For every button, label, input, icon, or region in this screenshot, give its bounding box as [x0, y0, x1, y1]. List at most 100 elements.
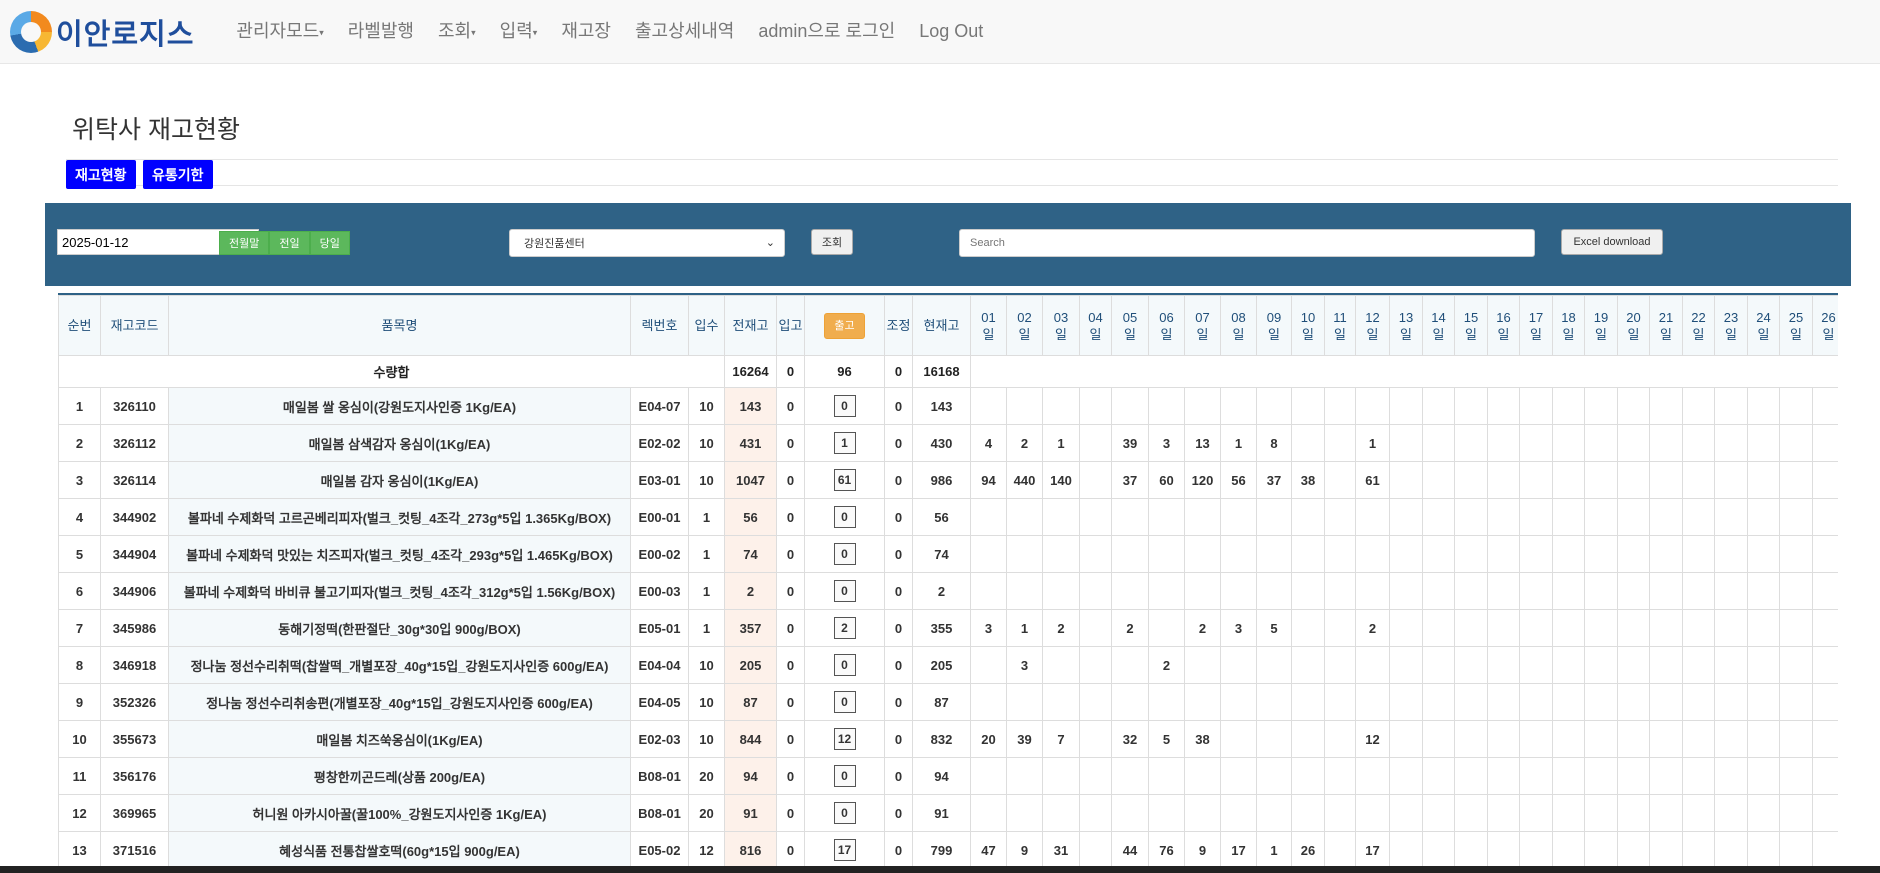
day-qty: 3 [1220, 609, 1257, 647]
nav-item[interactable]: 출고상세내역 [623, 0, 746, 64]
day-qty [1324, 609, 1356, 647]
out-qty-button[interactable]: 0 [833, 802, 856, 824]
table-row[interactable]: 11 356176 평창한끼곤드레(상품 200g/EA) B08-01 20 94 0 0 0… [58, 757, 1838, 795]
table-row[interactable]: 10 355673 매일봄 치즈쑥옹심이(1Kg/EA) E02-03 10 844 0 12… [58, 720, 1838, 758]
day-qty [1747, 646, 1780, 684]
nav-item[interactable]: admin으로 로그인 [746, 0, 907, 64]
day-number: 22 [1691, 309, 1706, 325]
day-qty [1111, 794, 1149, 832]
out-qty-button[interactable]: 0 [833, 506, 856, 528]
nav-item[interactable]: 라벨발행 [336, 0, 426, 64]
out-qty-button[interactable]: 0 [833, 543, 856, 565]
center-select[interactable]: 강원진품센터 ⌄ [509, 229, 785, 257]
day-qty: 37 [1111, 461, 1149, 499]
expiry-button[interactable]: 유통기한 [143, 160, 213, 189]
nav-item[interactable]: 관리자모드▾ [224, 0, 335, 64]
table-row[interactable]: 1 326110 매일봄 쌀 옹심이(강원도지사인증 1Kg/EA) E04-07 10… [58, 387, 1838, 425]
day-number: 19 [1593, 309, 1609, 325]
day-qty [1584, 757, 1618, 795]
out-qty-button[interactable]: 17 [833, 839, 856, 861]
day-qty [1747, 831, 1780, 869]
nav-item[interactable]: 조회▾ [426, 0, 488, 64]
day-qty [1487, 757, 1520, 795]
out-qty-button[interactable]: 0 [833, 654, 856, 676]
day-qty [1111, 535, 1149, 573]
table-row[interactable]: 13 371516 혜성식품 전통찹쌀호떡(60g*15입 900g/EA) E05-… [58, 831, 1838, 869]
product-name: 매일봄 치즈쑥옹심이(1Kg/EA) [168, 720, 631, 758]
day-qty [970, 794, 1007, 832]
col-header-day: 08 일 [1220, 295, 1257, 356]
day-qty [1649, 794, 1683, 832]
day-qty: 140 [1042, 461, 1080, 499]
search-input[interactable] [959, 229, 1535, 257]
table-row[interactable]: 6 344906 볼파네 수제화덕 바비큐 불고기피자(벌크_컷팅_4조각_312g… [58, 572, 1838, 610]
col-header-day: 17 일 [1519, 295, 1553, 356]
prev-stock: 431 [724, 424, 777, 462]
pack-qty: 1 [688, 572, 725, 610]
excel-download-button[interactable]: Excel download [1561, 229, 1663, 255]
out-qty-button[interactable]: 0 [833, 580, 856, 602]
nav-item[interactable]: 재고장 [549, 0, 623, 64]
day-qty [1291, 720, 1325, 758]
day-qty [1779, 683, 1813, 721]
day-qty [1649, 757, 1683, 795]
table-row[interactable]: 12 369965 허니원 아카시아꿀(꿀100%_강원도지사인증 1Kg/EA) B… [58, 794, 1838, 832]
nav-item[interactable]: 입력▾ [488, 0, 550, 64]
day-qty [1714, 424, 1748, 462]
day-qty [1812, 535, 1838, 573]
product-name: 허니원 아카시아꿀(꿀100%_강원도지사인증 1Kg/EA) [168, 794, 631, 832]
day-qty [1256, 720, 1292, 758]
out-qty-button[interactable]: 61 [833, 469, 856, 491]
day-qty [1355, 387, 1390, 425]
day-qty [1552, 498, 1585, 536]
day-qty [1454, 387, 1488, 425]
nav-item[interactable]: Log Out [907, 0, 995, 64]
prev-stock: 2 [724, 572, 777, 610]
day-qty [1779, 572, 1813, 610]
day-qty [970, 757, 1007, 795]
table-row[interactable]: 9 352326 정나눔 정선수리취송편(개별포장_40g*15입_강원도지사인증 … [58, 683, 1838, 721]
day-qty: 1 [1220, 424, 1257, 462]
day-qty [1714, 572, 1748, 610]
top-navbar: 이안로지스 관리자모드▾ 라벨발행 조회▾ 입력▾ 재고장 출고상세내역 admin으로 로… [0, 0, 1880, 64]
day-qty [1355, 572, 1390, 610]
prev-day-button[interactable]: 전일 [269, 231, 310, 255]
table-row[interactable]: 4 344902 볼파네 수제화덕 고르곤베리피자(벌크_컷팅_4조각_273g*5… [58, 498, 1838, 536]
today-button[interactable]: 당일 [309, 231, 350, 255]
table-row[interactable]: 7 345986 동해기정떡(한판절단_30g*30입 900g/BOX) E05-0… [58, 609, 1838, 647]
day-qty [1552, 609, 1585, 647]
day-qty [1042, 646, 1080, 684]
out-qty-button[interactable]: 0 [833, 765, 856, 787]
nav-item-label: 조회 [438, 20, 472, 41]
out-qty-button[interactable]: 1 [833, 432, 856, 454]
out-qty-button[interactable]: 0 [833, 691, 856, 713]
col-header-name: 품목명 [168, 295, 631, 356]
day-qty [1649, 609, 1683, 647]
adjust-qty: 0 [884, 646, 913, 684]
pack-qty: 1 [688, 498, 725, 536]
out-header-button[interactable]: 출고 [824, 312, 865, 339]
col-header-day: 14 일 [1422, 295, 1455, 356]
query-button[interactable]: 조회 [811, 229, 853, 255]
table-row[interactable]: 2 326112 매일봄 삼색감자 옹심이(1Kg/EA) E02-02 10 431 0 1… [58, 424, 1838, 462]
day-qty [1454, 683, 1488, 721]
product-name: 정나눔 정선수리취떡(찹쌀떡_개별포장_40g*15입_강원도지사인증 600g… [168, 646, 631, 684]
table-row[interactable]: 8 346918 정나눔 정선수리취떡(찹쌀떡_개별포장_40g*15입_강원도지사… [58, 646, 1838, 684]
day-suffix: 일 [1497, 326, 1510, 342]
table-row[interactable]: 5 344904 볼파네 수제화덕 맛있는 치즈피자(벌크_컷팅_4조각_293g*… [58, 535, 1838, 573]
out-qty-button[interactable]: 2 [833, 617, 856, 639]
day-qty [1649, 424, 1683, 462]
out-qty-button[interactable]: 0 [833, 395, 856, 417]
stock-status-button[interactable]: 재고현황 [66, 160, 136, 189]
current-stock: 986 [912, 461, 971, 499]
prev-month-end-button[interactable]: 전월말 [219, 231, 270, 255]
day-qty [1617, 683, 1650, 721]
table-row[interactable]: 3 326114 매일봄 감자 옹심이(1Kg/EA) E03-01 10 1047 0 61… [58, 461, 1838, 499]
day-qty [1617, 535, 1650, 573]
inventory-table-wrapper[interactable]: 순번 재고코드 품목명 렉번호 입수 전재고 입고 출고 조정 현재고 01 일 0… [58, 293, 1838, 873]
out-cell: 0 [804, 794, 885, 832]
sum-out: 96 [804, 355, 885, 388]
out-qty-button[interactable]: 12 [833, 728, 856, 750]
day-qty [1079, 720, 1112, 758]
brand-logo[interactable]: 이안로지스 [10, 10, 194, 53]
